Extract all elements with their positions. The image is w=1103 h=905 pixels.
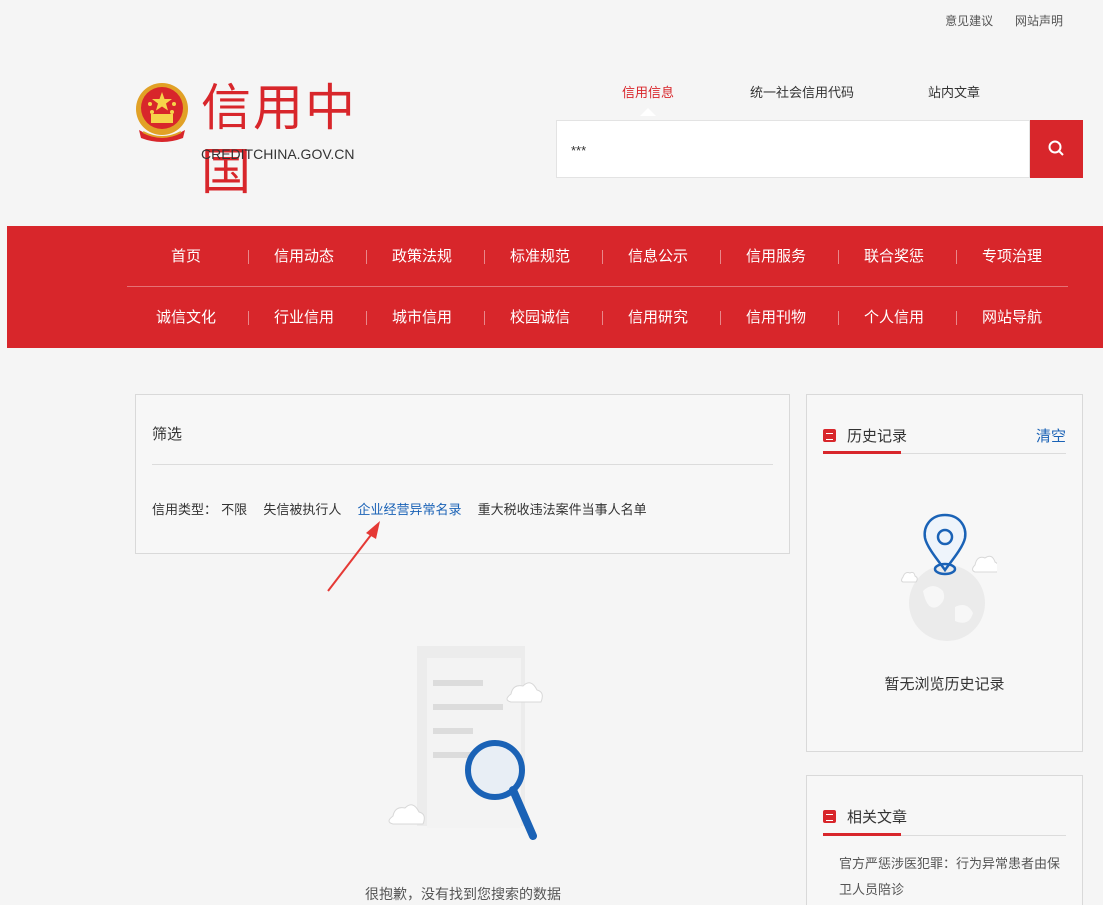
nav-credit-research[interactable]: 信用研究 xyxy=(599,287,717,347)
statement-link[interactable]: 网站声明 xyxy=(1015,14,1063,28)
nav-campus-integrity[interactable]: 校园诚信 xyxy=(481,287,599,347)
filter-title: 筛选 xyxy=(152,425,183,443)
nav-rewards-penalties[interactable]: 联合奖惩 xyxy=(835,226,953,286)
tab-credit-info[interactable]: 信用信息 xyxy=(622,82,674,101)
national-emblem-icon xyxy=(136,83,188,142)
empty-results-illustration xyxy=(388,646,543,840)
filter-option-tax-violations[interactable]: 重大税收违法案件当事人名单 xyxy=(478,503,647,518)
nav-city-credit[interactable]: 城市信用 xyxy=(363,287,481,347)
nav-disclosure[interactable]: 信息公示 xyxy=(599,226,717,286)
tab-site-articles[interactable]: 站内文章 xyxy=(928,82,980,101)
filter-divider xyxy=(152,464,773,465)
search-button[interactable] xyxy=(1030,120,1083,178)
top-links: 意见建议 网站声明 xyxy=(927,12,1063,29)
panel-header-icon xyxy=(823,810,836,823)
related-articles-panel: 相关文章 官方严惩涉医犯罪：行为异常患者由保卫人员陪诊 xyxy=(806,775,1083,905)
related-article-link[interactable]: 官方严惩涉医犯罪：行为异常患者由保卫人员陪诊 xyxy=(839,852,1065,904)
nav-row-2: 诚信文化 行业信用 城市信用 校园诚信 信用研究 信用刊物 个人信用 网站导航 xyxy=(127,287,1068,347)
related-title: 相关文章 xyxy=(847,808,908,826)
empty-results-text: 很抱歉，没有找到您搜索的数据 xyxy=(365,887,561,903)
nav-personal-credit[interactable]: 个人信用 xyxy=(835,287,953,347)
tab-credit-code[interactable]: 统一社会信用代码 xyxy=(750,82,854,101)
nav-standards[interactable]: 标准规范 xyxy=(481,226,599,286)
search-tabs: 信用信息 统一社会信用代码 站内文章 xyxy=(556,82,1083,106)
annotation-arrow xyxy=(327,521,380,592)
filter-option-any[interactable]: 不限 xyxy=(221,503,247,518)
nav-credit-service[interactable]: 信用服务 xyxy=(717,226,835,286)
nav-row-1: 首页 信用动态 政策法规 标准规范 信息公示 信用服务 联合奖惩 专项治理 xyxy=(127,226,1068,287)
nav-credit-news[interactable]: 信用动态 xyxy=(245,226,363,286)
logo-subtitle: CREDITCHINA.GOV.CN xyxy=(201,146,355,162)
active-tab-pointer xyxy=(640,108,656,116)
filter-panel: 筛选 信用类型： 不限 失信被执行人 企业经营异常名录 重大税收违法案件当事人名… xyxy=(135,394,790,554)
search-icon xyxy=(1048,140,1064,156)
location-pin-icon xyxy=(901,513,997,641)
credit-type-label: 信用类型： xyxy=(152,503,218,518)
nav-special-governance[interactable]: 专项治理 xyxy=(953,226,1071,286)
nav-integrity-culture[interactable]: 诚信文化 xyxy=(127,287,245,347)
search-box xyxy=(556,120,1030,179)
search-input[interactable] xyxy=(557,121,1013,179)
history-title-underline xyxy=(823,451,901,454)
related-title-underline xyxy=(823,833,901,836)
logo-title: 信用中国 xyxy=(201,79,357,201)
clear-history-button[interactable]: 清空 xyxy=(1036,425,1066,446)
credit-type-filter: 信用类型： 不限 失信被执行人 企业经营异常名录 重大税收违法案件当事人名单 xyxy=(152,499,659,518)
history-panel: 历史记录 清空 暂无浏览历史记录 xyxy=(806,394,1083,752)
nav-industry-credit[interactable]: 行业信用 xyxy=(245,287,363,347)
feedback-link[interactable]: 意见建议 xyxy=(945,14,993,28)
history-title: 历史记录 xyxy=(847,427,908,445)
nav-policy[interactable]: 政策法规 xyxy=(363,226,481,286)
panel-header-icon xyxy=(823,429,836,442)
nav-site-navigation[interactable]: 网站导航 xyxy=(953,287,1071,347)
site-logo[interactable]: 信用中国 CREDITCHINA.GOV.CN xyxy=(133,76,373,201)
nav-home[interactable]: 首页 xyxy=(127,226,245,286)
main-nav: 首页 信用动态 政策法规 标准规范 信息公示 信用服务 联合奖惩 专项治理 诚信… xyxy=(7,226,1103,348)
history-empty-text: 暂无浏览历史记录 xyxy=(884,675,1005,693)
nav-credit-publications[interactable]: 信用刊物 xyxy=(717,287,835,347)
